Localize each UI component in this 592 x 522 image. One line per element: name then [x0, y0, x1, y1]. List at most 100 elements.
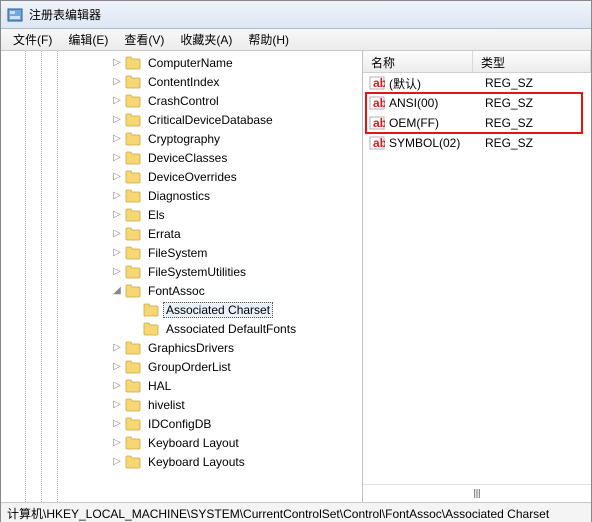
list-row[interactable]: ab OEM(FF)REG_SZ	[363, 113, 591, 133]
menu-edit[interactable]: 编辑(E)	[60, 29, 116, 50]
value-name: ANSI(00)	[389, 96, 485, 110]
menubar: 文件(F) 编辑(E) 查看(V) 收藏夹(A) 帮助(H)	[1, 29, 591, 51]
tree-item[interactable]: ▷ CrashControl	[1, 91, 362, 110]
menu-favorites[interactable]: 收藏夹(A)	[172, 29, 240, 50]
expand-icon[interactable]: ▷	[111, 247, 123, 259]
tree-item[interactable]: ▷ GroupOrderList	[1, 357, 362, 376]
tree-label: DeviceOverrides	[145, 169, 240, 185]
header-type[interactable]: 类型	[473, 51, 591, 72]
svg-text:ab: ab	[373, 96, 385, 110]
expand-icon[interactable]: ▷	[111, 209, 123, 221]
tree-label: ComputerName	[145, 55, 236, 71]
expand-icon[interactable]: ▷	[111, 342, 123, 354]
expand-icon[interactable]: ▷	[111, 399, 123, 411]
value-type: REG_SZ	[485, 96, 591, 110]
tree-label: Els	[145, 207, 168, 223]
tree-item[interactable]: ▷ CriticalDeviceDatabase	[1, 110, 362, 129]
content-area: ▷ComputerName▷ContentIndex▷CrashControl▷…	[1, 51, 591, 502]
list-row[interactable]: ab ANSI(00)REG_SZ	[363, 93, 591, 113]
expand-icon[interactable]: ▷	[111, 418, 123, 430]
tree-item[interactable]: ▷ Els	[1, 205, 362, 224]
list-row[interactable]: ab (默认)REG_SZ	[363, 73, 591, 93]
tree-item[interactable]: Associated Charset	[1, 300, 362, 319]
tree-item[interactable]: Associated DefaultFonts	[1, 319, 362, 338]
expand-icon[interactable]: ◢	[111, 285, 123, 297]
list-body: ab(默认)REG_SZabANSI(00)REG_SZabOEM(FF)REG…	[363, 73, 591, 484]
tree-label: Errata	[145, 226, 184, 242]
expand-icon[interactable]: ▷	[111, 114, 123, 126]
expand-icon[interactable]: ▷	[111, 456, 123, 468]
value-name: (默认)	[389, 75, 485, 92]
menu-file[interactable]: 文件(F)	[5, 29, 60, 50]
tree-item[interactable]: ▷FileSystemUtilities	[1, 262, 362, 281]
titlebar: 注册表编辑器	[1, 1, 591, 29]
tree-panel[interactable]: ▷ComputerName▷ContentIndex▷CrashControl▷…	[1, 51, 363, 502]
tree-label: GroupOrderList	[145, 359, 234, 375]
menu-help[interactable]: 帮助(H)	[240, 29, 297, 50]
expand-icon[interactable]: ▷	[111, 152, 123, 164]
tree-item[interactable]: ▷ Keyboard Layout	[1, 433, 362, 452]
footer-mark: Ⅲ	[473, 487, 481, 501]
tree-item[interactable]: ▷ ContentIndex	[1, 72, 362, 91]
expand-icon[interactable]	[129, 323, 141, 335]
expand-icon[interactable]: ▷	[111, 266, 123, 278]
tree-label: Associated DefaultFonts	[163, 321, 299, 337]
svg-text:ab: ab	[373, 116, 385, 130]
svg-text:ab: ab	[373, 76, 385, 90]
tree-label: HAL	[145, 378, 174, 394]
list-row[interactable]: ab SYMBOL(02)REG_SZ	[363, 133, 591, 153]
tree-label: GraphicsDrivers	[145, 340, 237, 356]
tree-item[interactable]: ▷ IDConfigDB	[1, 414, 362, 433]
value-type: REG_SZ	[485, 136, 591, 150]
tree-label: ContentIndex	[145, 74, 222, 90]
tree-item[interactable]: ▷ DeviceOverrides	[1, 167, 362, 186]
tree-item[interactable]: ▷ Errata	[1, 224, 362, 243]
value-type: REG_SZ	[485, 116, 591, 130]
tree-label: CriticalDeviceDatabase	[145, 112, 276, 128]
status-path: 计算机\HKEY_LOCAL_MACHINE\SYSTEM\CurrentCon…	[7, 507, 549, 521]
tree-label: CrashControl	[145, 93, 222, 109]
menu-view[interactable]: 查看(V)	[116, 29, 172, 50]
statusbar: 计算机\HKEY_LOCAL_MACHINE\SYSTEM\CurrentCon…	[1, 502, 591, 522]
tree-item[interactable]: ▷ HAL	[1, 376, 362, 395]
value-type: REG_SZ	[485, 76, 591, 90]
tree-label: Diagnostics	[145, 188, 213, 204]
expand-icon[interactable]	[129, 304, 141, 316]
tree: ▷ComputerName▷ContentIndex▷CrashControl▷…	[1, 51, 362, 473]
tree-label: Keyboard Layouts	[145, 454, 248, 470]
expand-icon[interactable]: ▷	[111, 76, 123, 88]
app-icon	[7, 7, 23, 23]
tree-label: Cryptography	[145, 131, 223, 147]
expand-icon[interactable]: ▷	[111, 95, 123, 107]
value-name: SYMBOL(02)	[389, 136, 485, 150]
tree-label: IDConfigDB	[145, 416, 214, 432]
expand-icon[interactable]: ▷	[111, 190, 123, 202]
tree-item[interactable]: ◢ FontAssoc	[1, 281, 362, 300]
expand-icon[interactable]: ▷	[111, 171, 123, 183]
tree-label: FontAssoc	[145, 283, 208, 299]
tree-item[interactable]: ▷ FileSystem	[1, 243, 362, 262]
expand-icon[interactable]: ▷	[111, 380, 123, 392]
tree-item[interactable]: ▷ Keyboard Layouts	[1, 452, 362, 471]
tree-label: hivelist	[145, 397, 188, 413]
tree-label: DeviceClasses	[145, 150, 230, 166]
list-footer: Ⅲ	[363, 484, 591, 502]
expand-icon[interactable]: ▷	[111, 133, 123, 145]
expand-icon[interactable]: ▷	[111, 361, 123, 373]
tree-label: Keyboard Layout	[145, 435, 242, 451]
tree-item[interactable]: ▷ DeviceClasses	[1, 148, 362, 167]
tree-item[interactable]: ▷ Cryptography	[1, 129, 362, 148]
tree-item[interactable]: ▷ Diagnostics	[1, 186, 362, 205]
svg-text:ab: ab	[373, 136, 385, 150]
tree-item[interactable]: ▷ hivelist	[1, 395, 362, 414]
expand-icon[interactable]: ▷	[111, 228, 123, 240]
tree-label: Associated Charset	[163, 302, 273, 318]
expand-icon[interactable]: ▷	[111, 437, 123, 449]
tree-item[interactable]: ▷ GraphicsDrivers	[1, 338, 362, 357]
header-name[interactable]: 名称	[363, 51, 473, 72]
window-title: 注册表编辑器	[29, 6, 101, 23]
value-name: OEM(FF)	[389, 116, 485, 130]
tree-label: FileSystem	[145, 245, 210, 261]
expand-icon[interactable]: ▷	[111, 57, 123, 69]
tree-item[interactable]: ▷ ComputerName	[1, 53, 362, 72]
